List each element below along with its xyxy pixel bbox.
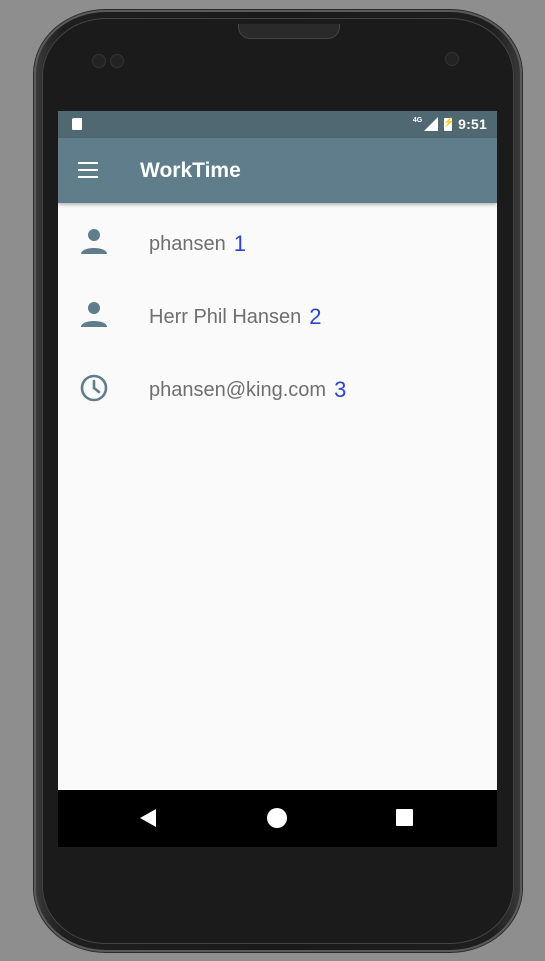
list-item-label: phansen@king.com 3 [149, 377, 347, 402]
home-circle-icon[interactable] [267, 808, 287, 828]
device-screen: 4G 9:51 WorkTime phansen1 Herr Phil Hans… [58, 111, 497, 847]
earpiece-speaker [238, 24, 340, 39]
list-item-label: phansen 1 [149, 231, 246, 256]
app-title: WorkTime [140, 159, 241, 182]
back-triangle-icon[interactable] [140, 809, 156, 827]
clock-icon [80, 374, 108, 402]
sensor-left [92, 54, 106, 68]
network-type-label: 4G [412, 116, 423, 124]
list-item-fullname[interactable]: Herr Phil Hansen 2 [58, 276, 497, 349]
item-marker: 2 [309, 304, 322, 329]
battery-charging-icon [443, 117, 454, 131]
signal-strength-icon [424, 117, 439, 131]
list-item-username[interactable]: phansen 1 [58, 203, 497, 276]
hamburger-menu-icon[interactable] [78, 162, 98, 178]
status-time: 9:51 [458, 116, 487, 132]
status-bar-right: 4G 9:51 [413, 116, 487, 132]
sensor-left-2 [110, 54, 124, 68]
profile-list: phansen 1 Herr Phil Hansen 2 phansen@king.… [58, 203, 497, 422]
status-bar: 4G 9:51 [58, 111, 497, 138]
app-bar: WorkTime [58, 138, 497, 203]
list-item-label: Herr Phil Hansen 2 [149, 304, 322, 329]
front-camera [445, 52, 459, 66]
person-icon [81, 229, 107, 254]
item-marker: 1 [233, 231, 246, 256]
person-icon [81, 302, 107, 327]
recent-apps-square-icon[interactable] [396, 809, 413, 826]
sd-card-icon [72, 118, 82, 130]
list-item-email[interactable]: phansen@king.com 3 [58, 349, 497, 422]
navigation-bar [58, 790, 497, 847]
item-marker: 3 [334, 377, 347, 402]
